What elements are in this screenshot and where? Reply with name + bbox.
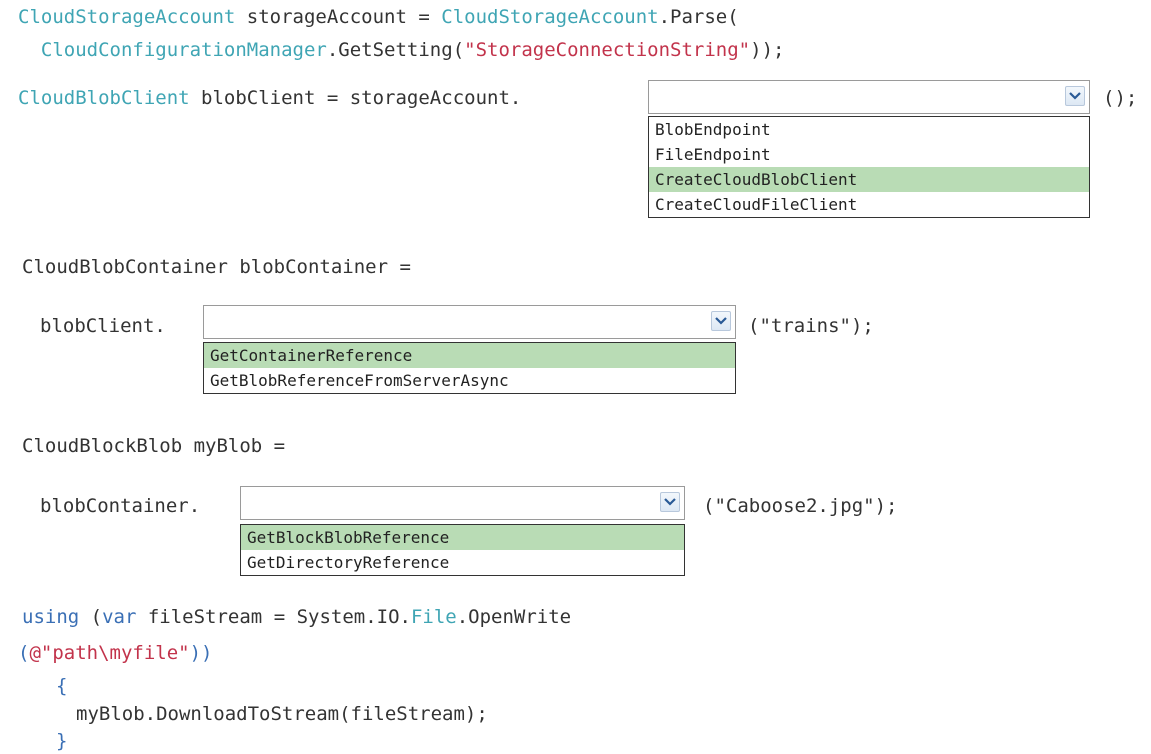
code-token: ( [18,642,30,664]
code-line-11: myBlob.DownloadToStream(fileStream); [76,701,488,727]
method-select-3[interactable] [240,486,685,520]
method-select-2[interactable] [203,305,736,339]
code-token: @"path\myfile" [29,642,190,664]
code-token: File [410,606,457,628]
code-token: CloudStorageAccount [441,6,659,28]
code-token: myBlob.DownloadToStream(fileStream); [76,703,488,725]
option-get-block-blob-reference[interactable]: GetBlockBlobReference [241,525,684,550]
chevron-down-icon[interactable] [1065,86,1085,106]
code-token: "StorageConnectionString" [464,39,751,61]
code-token: .Parse( [658,6,739,28]
code-token: ( [79,606,103,628]
code-line-7-suffix: ("Caboose2.jpg"); [703,493,897,519]
option-file-endpoint[interactable]: FileEndpoint [649,142,1089,167]
code-line-3: CloudBlobClient blobClient = storageAcco… [18,85,521,111]
code-token: ("Caboose2.jpg"); [703,495,898,517]
code-token: CloudConfigurationManager [18,39,327,61]
code-line-9: (@"path\myfile")) [18,640,213,666]
code-line-12: } [56,728,67,754]
code-token: fileStream = System.IO. [136,606,411,628]
code-line-10: { [56,673,67,699]
code-line-5-suffix: ("trains"); [748,313,874,339]
code-token: CloudBlobContainer blobContainer = [22,256,411,278]
option-create-cloud-blob-client[interactable]: CreateCloudBlobClient [649,167,1089,192]
code-line-1: CloudStorageAccount storageAccount = Clo… [18,4,739,30]
code-token: blobClient. [40,315,166,337]
code-token: .OpenWrite [456,606,572,628]
code-token: )) [189,642,213,664]
code-token: CloudStorageAccount [18,6,236,28]
code-token: using [22,606,80,628]
code-line-2: CloudConfigurationManager.GetSetting("St… [18,37,785,63]
option-get-container-reference[interactable]: GetContainerReference [204,343,735,368]
code-token: CloudBlockBlob myBlob = [22,435,286,457]
method-options-2[interactable]: GetContainerReference GetBlobReferenceFr… [203,342,736,394]
method-options-3[interactable]: GetBlockBlobReference GetDirectoryRefere… [240,524,685,576]
option-get-blob-reference-from-server-async[interactable]: GetBlobReferenceFromServerAsync [204,368,735,393]
code-line-3-suffix: (); [1103,85,1137,111]
code-token: (); [1103,87,1138,109]
chevron-down-icon[interactable] [711,311,731,331]
code-line-4: CloudBlobContainer blobContainer = [22,254,411,280]
code-line-5: blobClient. [40,313,166,339]
code-token: ("trains"); [748,315,874,337]
code-token: .GetSetting( [326,39,465,61]
code-token: } [56,730,68,752]
code-token: blobContainer. [40,495,201,517]
code-token: CloudBlobClient [18,87,190,109]
code-token: var [102,606,137,628]
code-line-6: CloudBlockBlob myBlob = [22,433,285,459]
code-token: { [56,675,68,697]
method-select-1[interactable] [648,80,1090,114]
method-options-1[interactable]: BlobEndpoint FileEndpoint CreateCloudBlo… [648,116,1090,218]
code-token: storageAccount = [235,6,442,28]
code-token: )); [750,39,785,61]
option-blob-endpoint[interactable]: BlobEndpoint [649,117,1089,142]
code-line-8: using (var fileStream = System.IO.File.O… [22,604,571,630]
code-token: blobClient = storageAccount. [189,87,522,109]
option-create-cloud-file-client[interactable]: CreateCloudFileClient [649,192,1089,217]
option-get-directory-reference[interactable]: GetDirectoryReference [241,550,684,575]
chevron-down-icon[interactable] [660,492,680,512]
code-line-7: blobContainer. [40,493,200,519]
